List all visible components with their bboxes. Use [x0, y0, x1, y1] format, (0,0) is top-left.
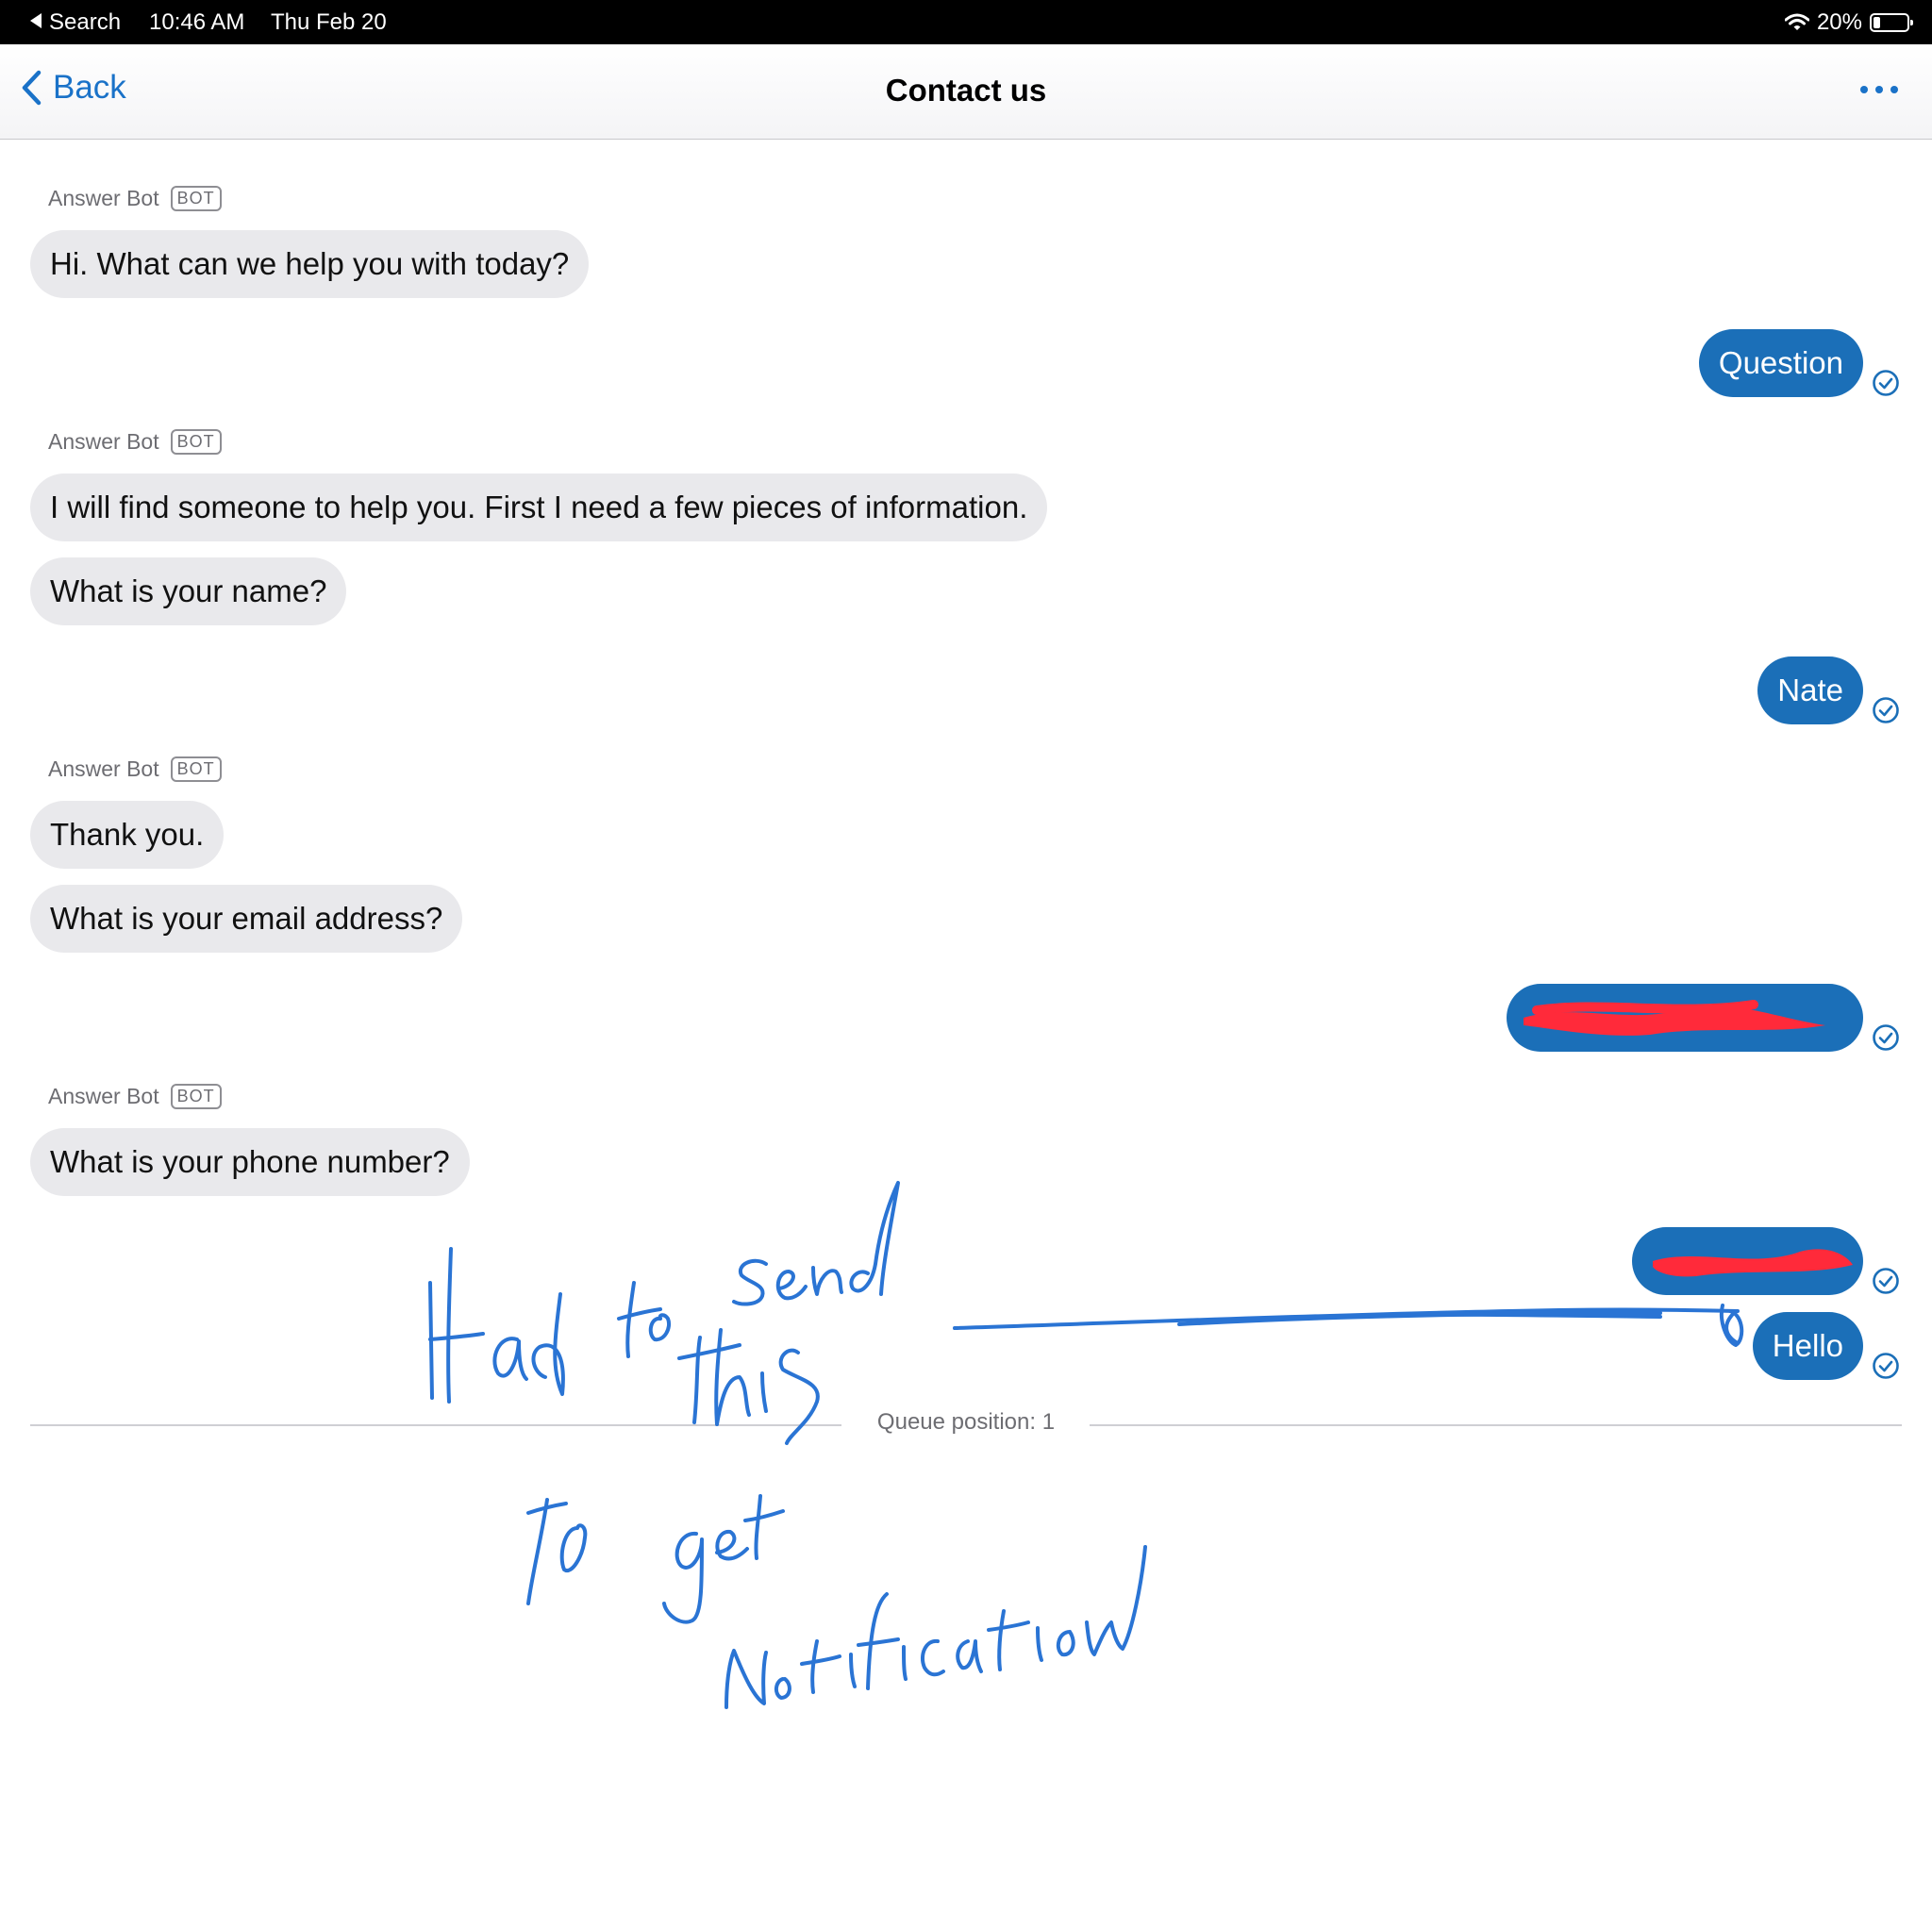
- sender-label: Answer Bot BOT: [48, 186, 222, 211]
- status-bar: Search 10:46 AM Thu Feb 20 20%: [0, 0, 1932, 44]
- redaction-scribble: [1524, 1000, 1825, 1036]
- user-message: Hello: [1752, 1312, 1863, 1380]
- dot-icon: [1860, 86, 1868, 93]
- delivered-check-icon: [1873, 370, 1899, 396]
- redaction-scribble: [1653, 1249, 1853, 1277]
- status-right: 20%: [1784, 9, 1913, 36]
- bot-message: What is your email address?: [30, 885, 463, 953]
- back-to-search-link[interactable]: Search: [30, 9, 121, 36]
- dot-icon: [1875, 86, 1883, 93]
- delivered-check-icon: [1873, 1353, 1899, 1379]
- bot-message: What is your name?: [30, 557, 347, 625]
- bot-badge: BOT: [170, 756, 222, 782]
- bot-message: What is your phone number?: [30, 1128, 470, 1196]
- status-date: Thu Feb 20: [271, 9, 387, 35]
- status-time: 10:46 AM: [149, 9, 245, 35]
- sender-name: Answer Bot: [48, 1084, 159, 1108]
- user-message-redacted: [1507, 984, 1863, 1052]
- bot-badge: BOT: [170, 429, 222, 455]
- sender-name: Answer Bot: [48, 756, 159, 781]
- sender-name: Answer Bot: [48, 186, 159, 210]
- queue-position-label: Queue position: 1: [876, 1409, 1056, 1435]
- user-message-redacted: [1632, 1227, 1863, 1295]
- more-options-button[interactable]: [1860, 86, 1898, 93]
- bot-message: I will find someone to help you. First I…: [30, 474, 1048, 541]
- wifi-icon: [1784, 13, 1809, 30]
- navigation-bar: Back Contact us: [0, 44, 1932, 140]
- user-message: Question: [1698, 329, 1863, 397]
- delivered-check-icon: [1873, 697, 1899, 723]
- user-message: Nate: [1757, 656, 1863, 724]
- delivered-check-icon: [1873, 1024, 1899, 1051]
- delivered-check-icon: [1873, 1268, 1899, 1294]
- back-to-search-label: Search: [49, 9, 122, 35]
- dot-icon: [1890, 86, 1898, 93]
- battery-percent: 20%: [1816, 9, 1862, 35]
- sender-name: Answer Bot: [48, 429, 159, 454]
- sender-label: Answer Bot BOT: [48, 1084, 222, 1109]
- sender-label: Answer Bot BOT: [48, 429, 222, 455]
- bot-message: Hi. What can we help you with today?: [30, 230, 590, 298]
- sender-label: Answer Bot BOT: [48, 756, 222, 782]
- page-title: Contact us: [885, 73, 1047, 108]
- bot-badge: BOT: [170, 186, 222, 211]
- bot-message: Thank you.: [30, 801, 225, 869]
- bot-badge: BOT: [170, 1084, 222, 1109]
- battery-icon: [1870, 13, 1913, 32]
- back-triangle-icon: [30, 13, 42, 28]
